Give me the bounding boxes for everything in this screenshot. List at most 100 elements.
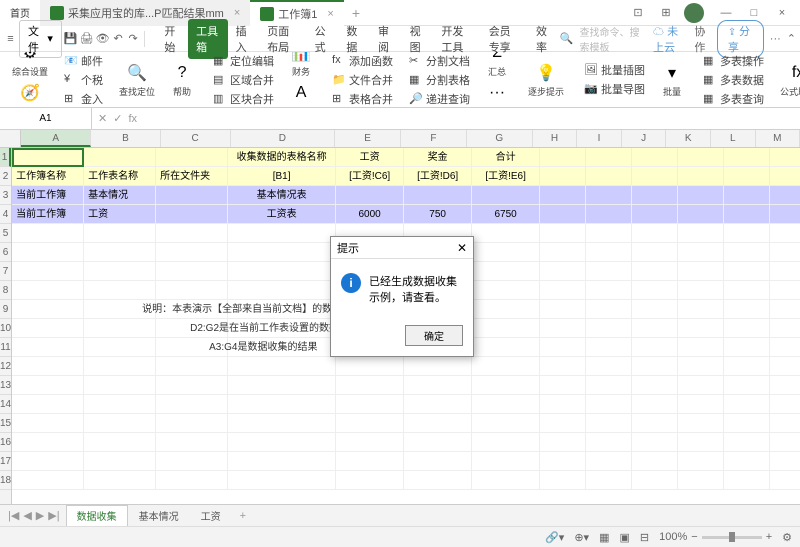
menu-icon[interactable]: ≡ xyxy=(4,31,17,47)
view-normal-icon[interactable]: ▦ xyxy=(599,531,609,544)
cell-L7[interactable] xyxy=(724,262,770,281)
row-header-7[interactable]: 7 xyxy=(0,262,11,281)
cell-D14[interactable] xyxy=(228,395,336,414)
cell-H15[interactable] xyxy=(540,414,586,433)
ribbon-个税[interactable]: ¥个税 xyxy=(62,71,105,89)
name-box[interactable]: A1 xyxy=(0,108,92,129)
cell-J10[interactable] xyxy=(632,319,678,338)
cloud-status[interactable]: ☁ 未上云 xyxy=(653,23,688,55)
cell-J13[interactable] xyxy=(632,376,678,395)
fx-icon[interactable]: fx xyxy=(128,113,137,125)
cell-H9[interactable] xyxy=(540,300,586,319)
cell-D6[interactable] xyxy=(228,243,336,262)
cell-F1[interactable]: 奖金 xyxy=(404,148,472,167)
redo-icon[interactable]: ↷ xyxy=(127,31,140,47)
cell-I6[interactable] xyxy=(586,243,632,262)
cell-A17[interactable] xyxy=(12,452,84,471)
row-header-8[interactable]: 8 xyxy=(0,281,11,300)
cell-C7[interactable] xyxy=(156,262,228,281)
cell-B11[interactable] xyxy=(84,338,156,357)
cell-A8[interactable] xyxy=(12,281,84,300)
cell-B4[interactable]: 工资 xyxy=(84,205,156,224)
cell-D17[interactable] xyxy=(228,452,336,471)
cell-H2[interactable] xyxy=(540,167,586,186)
ribbon-区域合并[interactable]: ▤区域合并 xyxy=(211,71,276,89)
cell-B12[interactable] xyxy=(84,357,156,376)
cell-F16[interactable] xyxy=(404,433,472,452)
cell-E1[interactable]: 工资 xyxy=(336,148,404,167)
col-header-C[interactable]: C xyxy=(161,130,231,147)
ribbon-批量导图[interactable]: 📷批量导图 xyxy=(582,80,647,98)
ribbon-帮助[interactable]: ?帮助 xyxy=(169,60,195,100)
ribbon-金入[interactable]: ⊞金入 xyxy=(62,90,105,108)
sheet-last-icon[interactable]: ▶| xyxy=(48,509,59,522)
ribbon-分割文档[interactable]: ✂分割文档 xyxy=(407,52,472,70)
cell-C14[interactable] xyxy=(156,395,228,414)
cell-J7[interactable] xyxy=(632,262,678,281)
sheet-first-icon[interactable]: |◀ xyxy=(8,509,19,522)
link-icon[interactable]: 🔗▾ xyxy=(545,531,564,544)
cell-H18[interactable] xyxy=(540,471,586,490)
cell-B6[interactable] xyxy=(84,243,156,262)
cell-F12[interactable] xyxy=(404,357,472,376)
cell-M4[interactable] xyxy=(770,205,800,224)
cell-C13[interactable] xyxy=(156,376,228,395)
ribbon-分割表格[interactable]: ▦分割表格 xyxy=(407,71,472,89)
cell-B10[interactable] xyxy=(84,319,156,338)
cell-K6[interactable] xyxy=(678,243,724,262)
cell-C18[interactable] xyxy=(156,471,228,490)
row-header-1[interactable]: 1 xyxy=(0,148,11,167)
sheet-tab-1[interactable]: 基本情况 xyxy=(128,505,190,526)
ribbon-多表查询[interactable]: ▦多表查询 xyxy=(701,90,766,108)
cell-J4[interactable] xyxy=(632,205,678,224)
settings-icon[interactable]: ⚙ xyxy=(782,531,792,544)
search-placeholder[interactable]: 查找命令、搜索模板 xyxy=(579,24,647,54)
cell-K11[interactable] xyxy=(678,338,724,357)
row-header-13[interactable]: 13 xyxy=(0,376,11,395)
cell-G18[interactable] xyxy=(472,471,540,490)
cell-I3[interactable] xyxy=(586,186,632,205)
cell-K1[interactable] xyxy=(678,148,724,167)
ribbon-更多[interactable]: ···更多 xyxy=(484,80,510,109)
cell-J12[interactable] xyxy=(632,357,678,376)
ok-button[interactable]: 确定 xyxy=(405,325,463,346)
confirm-icon[interactable]: ✓ xyxy=(113,112,122,125)
cell-A3[interactable]: 当前工作簿 xyxy=(12,186,84,205)
ribbon-多表操作[interactable]: ▦多表操作 xyxy=(701,52,766,70)
cell-D16[interactable] xyxy=(228,433,336,452)
cell-K9[interactable] xyxy=(678,300,724,319)
cell-I15[interactable] xyxy=(586,414,632,433)
cell-H3[interactable] xyxy=(540,186,586,205)
cell-A9[interactable] xyxy=(12,300,84,319)
cell-J3[interactable] xyxy=(632,186,678,205)
col-header-H[interactable]: H xyxy=(533,130,578,147)
cell-H7[interactable] xyxy=(540,262,586,281)
col-header-D[interactable]: D xyxy=(231,130,336,147)
col-header-I[interactable]: I xyxy=(577,130,622,147)
col-header-B[interactable]: B xyxy=(91,130,161,147)
save-icon[interactable]: 💾 xyxy=(64,31,78,47)
cell-B15[interactable] xyxy=(84,414,156,433)
preview-icon[interactable]: 👁 xyxy=(96,31,110,47)
cell-A11[interactable] xyxy=(12,338,84,357)
cell-I9[interactable] xyxy=(586,300,632,319)
row-header-14[interactable]: 14 xyxy=(0,395,11,414)
cell-L14[interactable] xyxy=(724,395,770,414)
cell-I2[interactable] xyxy=(586,167,632,186)
col-header-J[interactable]: J xyxy=(622,130,667,147)
ribbon-递进查询[interactable]: 🔎递进查询 xyxy=(407,90,472,108)
cell-C3[interactable] xyxy=(156,186,228,205)
cell-A4[interactable]: 当前工作簿 xyxy=(12,205,84,224)
cell-A14[interactable] xyxy=(12,395,84,414)
ribbon-查找定位[interactable]: 🔍查找定位 xyxy=(117,60,157,100)
cell-L11[interactable] xyxy=(724,338,770,357)
cell-D2[interactable]: [B1] xyxy=(228,167,336,186)
ribbon-汇总[interactable]: Σ汇总 xyxy=(484,52,510,80)
cell-L5[interactable] xyxy=(724,224,770,243)
cell-B13[interactable] xyxy=(84,376,156,395)
view-page-icon[interactable]: ▣ xyxy=(619,531,629,544)
row-header-4[interactable]: 4 xyxy=(0,205,11,224)
ribbon-批量[interactable]: ▾批量 xyxy=(659,60,685,100)
cell-L13[interactable] xyxy=(724,376,770,395)
cell-L16[interactable] xyxy=(724,433,770,452)
